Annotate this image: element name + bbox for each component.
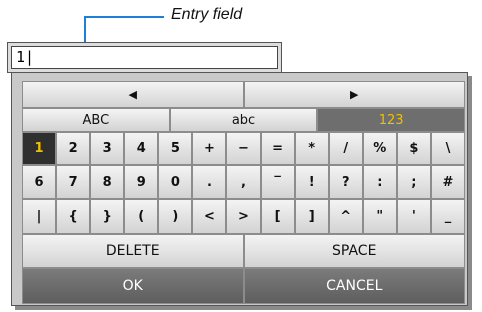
key[interactable]: $ (396, 132, 431, 165)
key[interactable]: _ (430, 199, 466, 234)
key[interactable]: ] (294, 199, 329, 234)
key[interactable]: = (260, 132, 295, 165)
key-row-2: 6 7 8 9 0 . , ‾ ! ? : ; # (22, 165, 466, 199)
key[interactable]: ) (158, 199, 193, 234)
key[interactable]: 8 (90, 165, 125, 199)
entry-strip: 1| (7, 42, 282, 73)
action-row: DELETE SPACE (22, 234, 465, 268)
key[interactable]: # (430, 165, 466, 199)
key[interactable]: 9 (124, 165, 159, 199)
key[interactable]: 2 (56, 132, 91, 165)
key[interactable]: 3 (90, 132, 125, 165)
mode-tab-numeric[interactable]: 123 (317, 108, 466, 132)
key[interactable]: ( (124, 199, 159, 234)
key[interactable]: ! (294, 165, 329, 199)
key-row-1: 1 2 3 4 5 + − = * / % $ \ (22, 132, 466, 165)
key[interactable]: / (328, 132, 363, 165)
key[interactable]: " (362, 199, 397, 234)
key[interactable]: ; (396, 165, 431, 199)
key[interactable]: + (192, 132, 227, 165)
callout-label: Entry field (171, 6, 243, 23)
mode-tab-lowercase[interactable]: abc (169, 108, 318, 132)
keyboard-panel: ◀ ▶ ABC abc 123 1 2 3 4 5 + − = * / % $ … (22, 81, 466, 304)
footer-row: OK CANCEL (22, 268, 465, 304)
key[interactable]: | (22, 199, 57, 234)
key[interactable]: 6 (22, 165, 57, 199)
key[interactable]: 0 (158, 165, 193, 199)
key[interactable]: > (226, 199, 261, 234)
key[interactable]: < (192, 199, 227, 234)
mode-tab-uppercase[interactable]: ABC (22, 108, 170, 132)
nav-left-button[interactable]: ◀ (22, 81, 244, 108)
key[interactable]: 7 (56, 165, 91, 199)
key[interactable]: , (226, 165, 261, 199)
space-button[interactable]: SPACE (243, 234, 465, 268)
mode-row: ABC abc 123 (22, 108, 466, 132)
key[interactable]: [ (260, 199, 295, 234)
key[interactable]: 1 (22, 132, 57, 165)
ok-button[interactable]: OK (22, 268, 244, 304)
key[interactable]: − (226, 132, 261, 165)
key[interactable]: 5 (158, 132, 193, 165)
key[interactable]: ^ (328, 199, 363, 234)
key[interactable]: ' (396, 199, 431, 234)
key[interactable]: ? (328, 165, 363, 199)
entry-field[interactable]: 1| (11, 46, 278, 69)
nav-right-button[interactable]: ▶ (243, 81, 465, 108)
key[interactable]: ‾ (260, 165, 295, 199)
nav-row: ◀ ▶ (22, 81, 465, 108)
key[interactable]: 4 (124, 132, 159, 165)
key[interactable]: : (362, 165, 397, 199)
delete-button[interactable]: DELETE (22, 234, 244, 268)
key[interactable]: . (192, 165, 227, 199)
key[interactable]: * (294, 132, 329, 165)
key[interactable]: \ (430, 132, 466, 165)
key[interactable]: % (362, 132, 397, 165)
key[interactable]: { (56, 199, 91, 234)
key-row-3: | { } ( ) < > [ ] ^ " ' _ (22, 199, 466, 234)
cancel-button[interactable]: CANCEL (243, 268, 465, 304)
software-keyboard: ◀ ▶ ABC abc 123 1 2 3 4 5 + − = * / % $ … (11, 72, 468, 306)
callout-line-horizontal (84, 16, 164, 18)
key[interactable]: } (90, 199, 125, 234)
